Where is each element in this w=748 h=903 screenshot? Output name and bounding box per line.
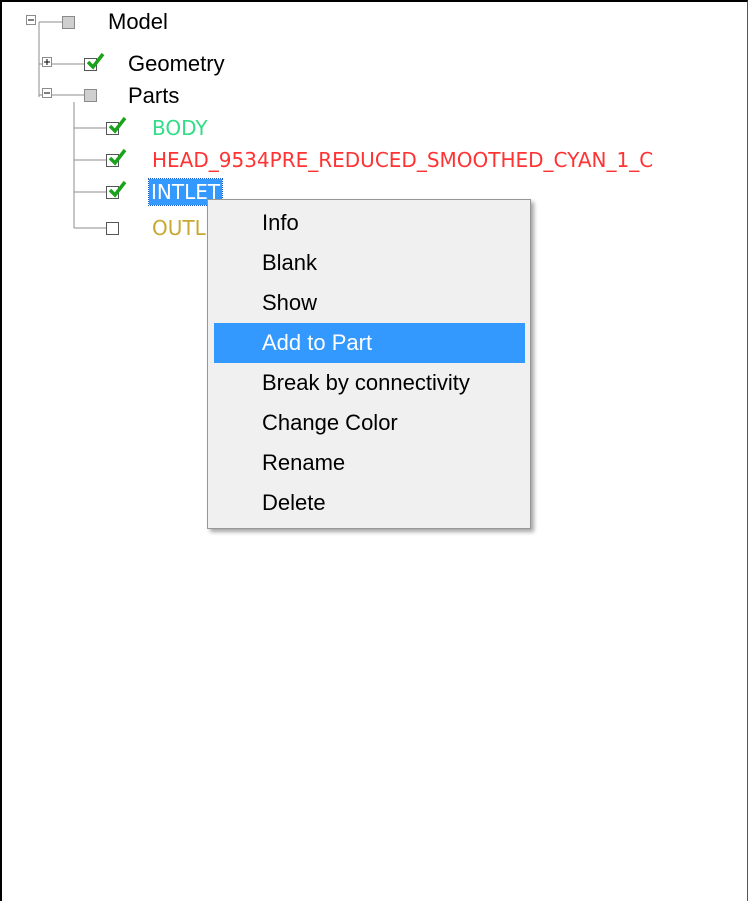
parts-checkbox[interactable] (84, 89, 97, 102)
context-menu: Info Blank Show Add to Part Break by con… (207, 199, 531, 529)
menu-item-info[interactable]: Info (214, 203, 525, 243)
tree-node-parts[interactable]: Parts (128, 83, 179, 109)
part-item-head[interactable]: HEAD_9534PRE_REDUCED_SMOOTHED_CYAN_1_C (152, 147, 653, 173)
checkmark-icon (108, 116, 127, 134)
tree-node-model[interactable]: Model (108, 9, 168, 35)
checkmark-icon (108, 180, 127, 198)
menu-item-rename[interactable]: Rename (214, 443, 525, 483)
checkmark-icon (108, 148, 127, 166)
menu-item-break-by-connectivity[interactable]: Break by connectivity (214, 363, 525, 403)
expand-toggle-geometry[interactable] (42, 57, 52, 67)
model-checkbox[interactable] (62, 16, 75, 29)
collapse-toggle-model[interactable] (26, 15, 36, 25)
menu-item-show[interactable]: Show (214, 283, 525, 323)
part-item-outlet[interactable]: OUTL (152, 215, 206, 241)
menu-item-delete[interactable]: Delete (214, 483, 525, 523)
tree-node-geometry[interactable]: Geometry (128, 51, 225, 77)
menu-item-change-color[interactable]: Change Color (214, 403, 525, 443)
model-tree-panel: Model Geometry Parts BODY HEAD_9534PRE_R… (0, 0, 748, 901)
menu-item-add-to-part[interactable]: Add to Part (214, 323, 525, 363)
checkmark-icon (86, 52, 105, 70)
menu-item-blank[interactable]: Blank (214, 243, 525, 283)
collapse-toggle-parts[interactable] (42, 88, 52, 98)
part-item-body[interactable]: BODY (152, 115, 208, 141)
part-checkbox-outlet[interactable] (106, 222, 119, 235)
